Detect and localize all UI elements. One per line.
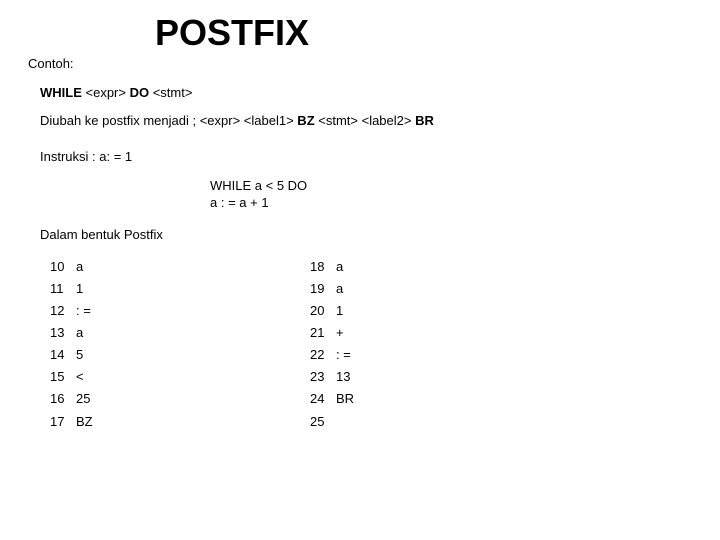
- tok: a: [336, 256, 354, 278]
- transform-part2: <stmt> <label2>: [318, 113, 411, 128]
- tok: a: [76, 256, 93, 278]
- num: 10: [50, 256, 74, 278]
- tok: 1: [76, 278, 93, 300]
- tok: a: [336, 278, 354, 300]
- tok: BZ: [76, 411, 93, 433]
- left-nums: 10 11 12 13 14 15 16 17: [50, 256, 74, 433]
- while-expr: <expr>: [82, 85, 130, 100]
- transform-part1: <expr> <label1>: [200, 113, 294, 128]
- num: 14: [50, 344, 74, 366]
- num: 16: [50, 388, 74, 410]
- num: 18: [310, 256, 334, 278]
- right-nums: 18 19 20 21 22 23 24 25: [310, 256, 334, 433]
- instruction-line: Instruksi : a: = 1: [40, 148, 690, 166]
- code-line-2: a : = a + 1: [210, 194, 690, 212]
- transform-line: Diubah ke postfix menjadi ; <expr> <labe…: [40, 112, 690, 130]
- right-toks: a a 1 + : = 13 BR: [334, 256, 354, 433]
- num: 21: [310, 322, 334, 344]
- tok: a: [76, 322, 93, 344]
- num: 25: [310, 411, 334, 433]
- slide: POSTFIX Contoh: WHILE <expr> DO <stmt> D…: [0, 0, 720, 540]
- postfix-col-right: 18 19 20 21 22 23 24 25 a a 1 + : = 13 B…: [310, 256, 354, 433]
- num: 19: [310, 278, 334, 300]
- tok: BR: [336, 388, 354, 410]
- tok: 1: [336, 300, 354, 322]
- num: 11: [50, 278, 74, 300]
- left-toks: a 1 : = a 5 < 25 BZ: [74, 256, 93, 433]
- kw-do: DO: [130, 85, 150, 100]
- num: 15: [50, 366, 74, 388]
- num: 12: [50, 300, 74, 322]
- num: 24: [310, 388, 334, 410]
- tok: <: [76, 366, 93, 388]
- num: 23: [310, 366, 334, 388]
- postfix-col-left: 10 11 12 13 14 15 16 17 a 1 : = a 5 < 25: [50, 256, 310, 433]
- while-stmt: <stmt>: [149, 85, 192, 100]
- example-label: Contoh:: [28, 56, 74, 71]
- tok: 25: [76, 388, 93, 410]
- kw-bz: BZ: [294, 113, 319, 128]
- tok: : =: [76, 300, 93, 322]
- while-syntax: WHILE <expr> DO <stmt>: [40, 84, 690, 102]
- kw-br: BR: [411, 113, 433, 128]
- code-line-1: WHILE a < 5 DO: [210, 177, 690, 195]
- num: 20: [310, 300, 334, 322]
- num: 22: [310, 344, 334, 366]
- code-block: WHILE a < 5 DO a : = a + 1: [210, 177, 690, 212]
- num: 17: [50, 411, 74, 433]
- postfix-form-label: Dalam bentuk Postfix: [40, 226, 690, 244]
- tok: : =: [336, 344, 354, 366]
- tok: 13: [336, 366, 354, 388]
- num: 13: [50, 322, 74, 344]
- tok: +: [336, 322, 354, 344]
- slide-body: WHILE <expr> DO <stmt> Diubah ke postfix…: [40, 84, 690, 433]
- postfix-listing: 10 11 12 13 14 15 16 17 a 1 : = a 5 < 25: [50, 256, 690, 433]
- tok: 5: [76, 344, 93, 366]
- slide-title: POSTFIX: [155, 12, 309, 54]
- instruksi-text: Instruksi : a: = 1: [40, 149, 132, 164]
- kw-while: WHILE: [40, 85, 82, 100]
- transform-prefix: Diubah ke postfix menjadi ;: [40, 113, 196, 128]
